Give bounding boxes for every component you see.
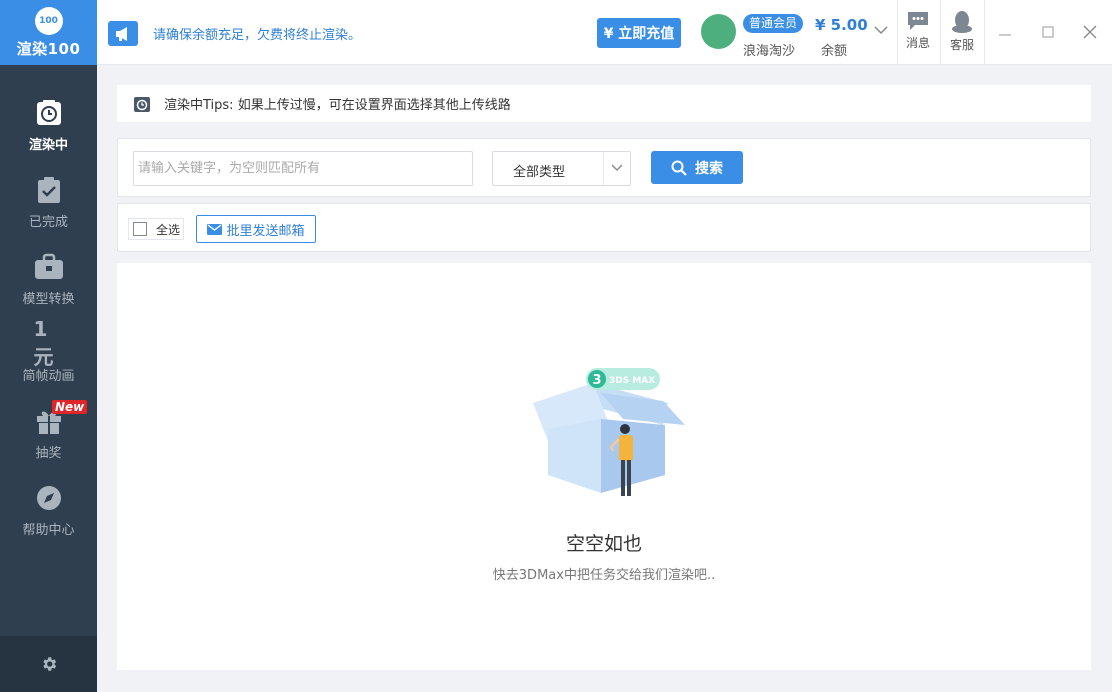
minimize-button[interactable] — [995, 22, 1015, 42]
search-icon — [671, 160, 687, 176]
select-divider — [603, 152, 604, 185]
search-panel: 全部类型 搜索 — [117, 138, 1091, 197]
account-dropdown-button[interactable] — [873, 22, 889, 38]
compass-icon — [34, 483, 64, 513]
sidebar-item-label: 抽奖 — [35, 445, 62, 461]
action-panel: 全选 批里发送邮箱 — [117, 203, 1091, 252]
one-yuan-icon: 1元 — [33, 317, 54, 369]
briefcase-icon — [34, 252, 64, 282]
recharge-button[interactable]: ¥ 立即充值 — [597, 18, 681, 48]
chevron-down-icon — [874, 26, 888, 35]
member-level-badge: 普通会员 — [743, 14, 804, 33]
sidebar-item-label: 帮助中心 — [22, 522, 75, 538]
sidebar-item-lottery[interactable]: New 抽奖 — [0, 398, 97, 468]
maximize-button[interactable] — [1038, 22, 1058, 42]
sidebar-item-label: 模型转换 — [22, 291, 75, 307]
username: 浪海淘沙 — [743, 44, 796, 59]
penguin-icon — [952, 11, 972, 33]
select-all-checkbox[interactable]: 全选 — [128, 218, 185, 240]
tips-text: 渲染中Tips: 如果上传过慢，可在设置界面选择其他上传线路 — [164, 98, 511, 113]
timer-icon — [133, 95, 151, 113]
sidebar-item-rendering[interactable]: 渲染中 — [0, 90, 97, 160]
customer-service-label: 客服 — [949, 38, 974, 52]
logo-text: 渲染100 — [16, 39, 81, 58]
messages-button[interactable]: 消息 — [898, 10, 938, 51]
header-divider — [940, 0, 941, 65]
top-header: 请确保余额充足，欠费将终止渲染。 ¥ 立即充值 普通会员 浪海淘沙 ¥ 5.00… — [97, 0, 1112, 65]
sidebar-item-completed[interactable]: 已完成 — [0, 167, 97, 237]
chevron-down-icon — [610, 161, 624, 175]
sidebar-item-label: 已完成 — [28, 214, 68, 230]
maximize-icon — [1042, 26, 1054, 38]
megaphone-icon — [108, 21, 138, 46]
checkbox-box — [133, 222, 147, 236]
batch-send-email-label: 批里发送邮箱 — [226, 223, 305, 239]
search-button[interactable]: 搜索 — [651, 151, 743, 184]
search-button-label: 搜索 — [695, 160, 723, 177]
new-badge: New — [52, 400, 88, 414]
balance-notice: 请确保余额充足，欠费将终止渲染。 — [153, 28, 362, 43]
clock-icon — [34, 98, 64, 128]
empty-box-illustration: 3 3DS MAX — [533, 368, 685, 496]
logo-mark: 100 — [34, 6, 63, 35]
tips-bar: 渲染中Tips: 如果上传过慢，可在设置界面选择其他上传线路 — [117, 85, 1091, 122]
sidebar: 100 渲染100 渲染中 已完成 模型转换 1元 简帧动画 New 抽奖 帮助… — [0, 0, 97, 692]
messages-label: 消息 — [905, 36, 930, 50]
close-button[interactable] — [1080, 22, 1100, 42]
task-list-area: 3 3DS MAX 空空如也 快去3DMax中把任务交给我们渲染吧.. — [117, 263, 1091, 670]
chat-bubble-icon — [908, 12, 928, 30]
mail-icon — [207, 223, 223, 235]
sidebar-item-label: 简帧动画 — [22, 368, 75, 384]
empty-state-title: 空空如也 — [565, 533, 642, 555]
customer-service-button[interactable]: 客服 — [942, 10, 982, 53]
settings-button[interactable] — [0, 636, 97, 692]
batch-send-email-button[interactable]: 批里发送邮箱 — [196, 215, 316, 243]
task-type-select[interactable]: 全部类型 — [492, 151, 631, 186]
balance-amount: ¥ 5.00 — [815, 16, 868, 34]
app-logo: 100 渲染100 — [0, 0, 97, 65]
sidebar-item-simple-animation[interactable]: 1元 简帧动画 — [0, 317, 97, 391]
select-all-label: 全选 — [156, 222, 181, 237]
sidebar-item-model-convert[interactable]: 模型转换 — [0, 244, 97, 314]
empty-state-subtitle: 快去3DMax中把任务交给我们渲染吧.. — [492, 568, 716, 583]
avatar[interactable] — [701, 14, 736, 49]
header-divider — [984, 0, 985, 65]
max-badge-number: 3 — [592, 373, 601, 388]
balance-label: 余额 — [821, 44, 848, 59]
task-type-value: 全部类型 — [513, 165, 566, 180]
sidebar-item-label: 渲染中 — [28, 137, 68, 153]
close-icon — [1083, 25, 1097, 39]
gear-icon — [42, 657, 56, 671]
search-input[interactable] — [133, 151, 473, 186]
minimize-icon — [999, 34, 1011, 36]
max-badge-text: 3DS MAX — [609, 376, 655, 386]
clipboard-check-icon — [34, 175, 64, 205]
sidebar-item-help-center[interactable]: 帮助中心 — [0, 475, 97, 545]
